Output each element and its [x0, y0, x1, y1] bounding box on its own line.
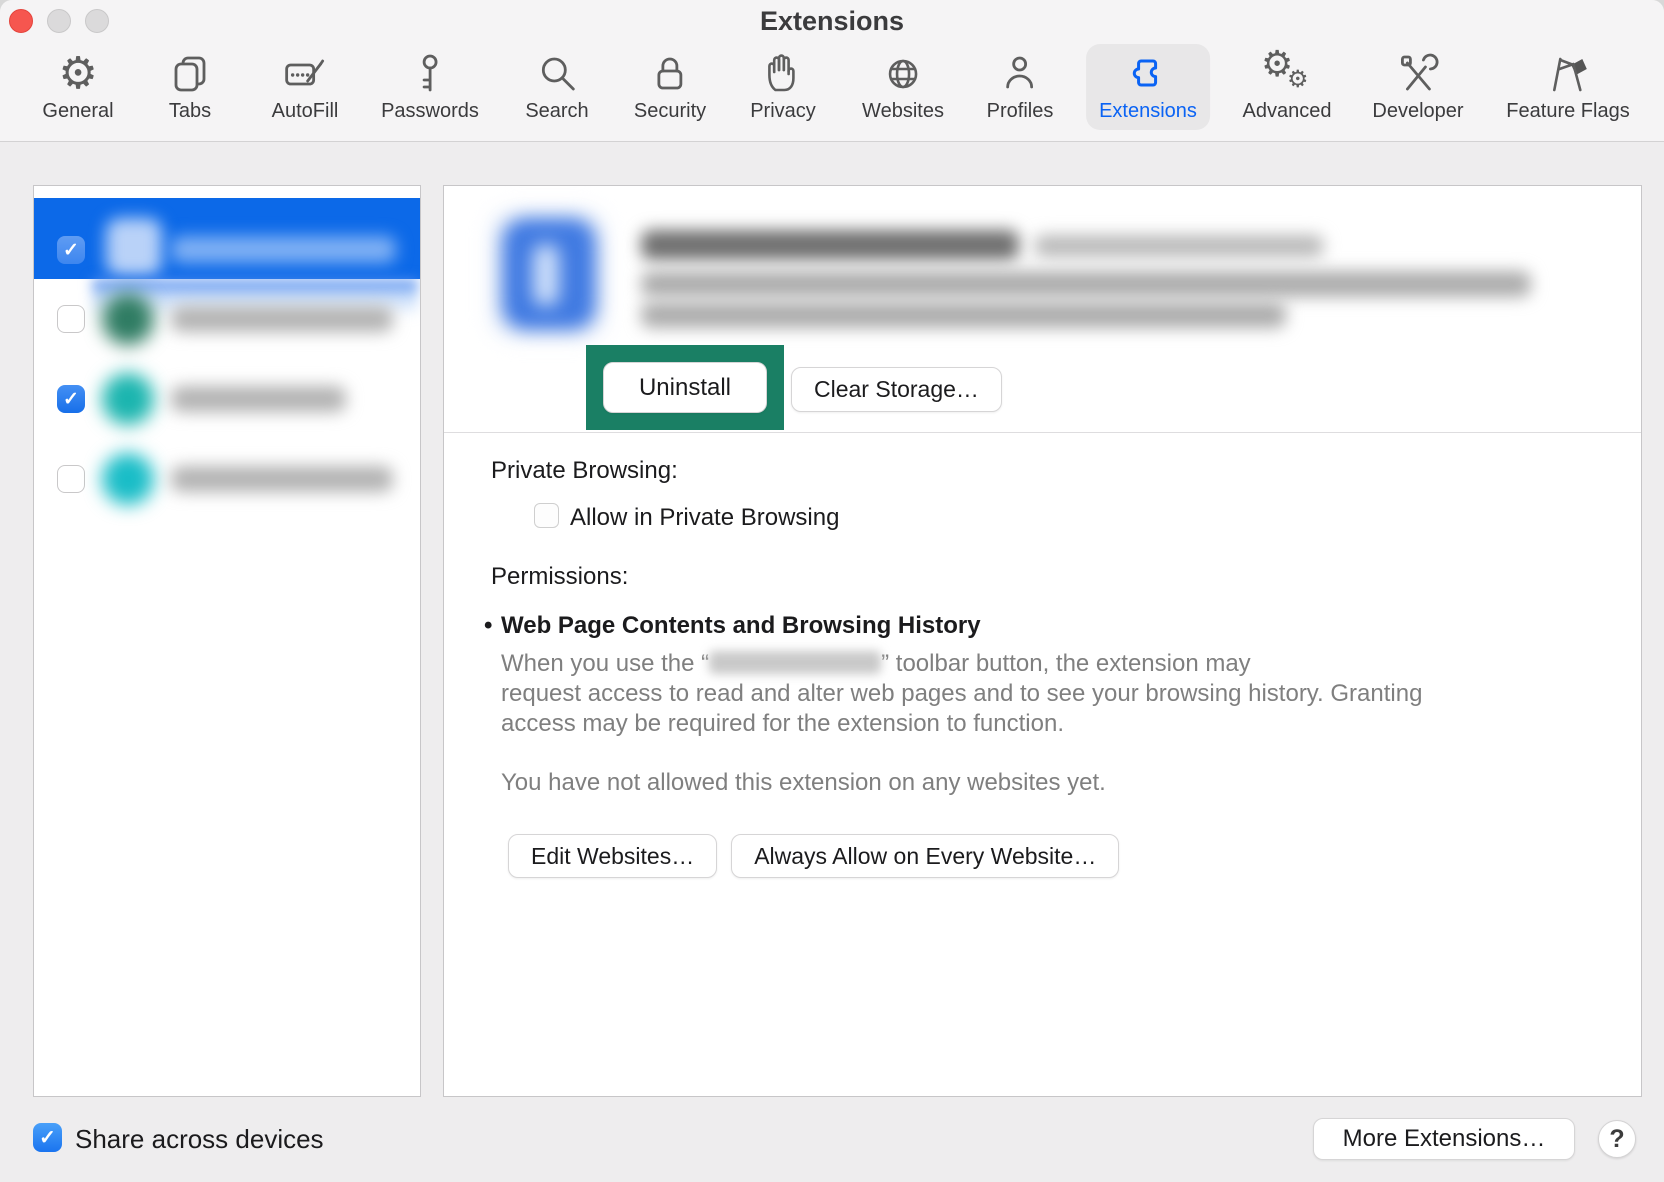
key-icon	[408, 49, 452, 99]
gear-icon: ⚙	[58, 49, 97, 99]
person-icon	[998, 49, 1042, 99]
extension-name-blurred	[171, 236, 396, 263]
extension-row[interactable]	[34, 439, 420, 519]
clear-storage-button[interactable]: Clear Storage…	[791, 367, 1002, 412]
header-divider	[444, 432, 1641, 433]
titlebar-toolbar: Extensions ⚙ General Tabs AutoF	[0, 0, 1664, 142]
hand-icon	[761, 49, 805, 99]
more-extensions-button[interactable]: More Extensions…	[1313, 1118, 1575, 1160]
extension-detail-panel: Uninstall Clear Storage… Private Browsin…	[443, 185, 1642, 1097]
extension-enable-checkbox[interactable]	[57, 385, 85, 413]
allow-private-browsing-checkbox[interactable]	[534, 503, 559, 528]
edit-websites-button[interactable]: Edit Websites…	[508, 834, 717, 878]
tab-label: Passwords	[381, 100, 479, 123]
tab-label: Tabs	[169, 100, 211, 123]
uninstall-highlight-annotation: Uninstall	[586, 345, 784, 430]
tab-security[interactable]: Security	[621, 44, 719, 130]
extension-row[interactable]	[34, 359, 420, 439]
share-across-devices-label: Share across devices	[75, 1124, 324, 1155]
extension-description-blurred	[641, 271, 1531, 297]
tabs-icon	[168, 49, 212, 99]
tab-tabs[interactable]: Tabs	[155, 44, 225, 130]
extension-icon-blurred	[106, 218, 162, 276]
share-across-devices-checkbox[interactable]	[33, 1123, 62, 1152]
extension-icon-blurred	[102, 373, 154, 425]
tab-feature-flags[interactable]: Feature Flags	[1493, 44, 1642, 130]
tab-label: Security	[634, 100, 706, 123]
permission-bullet: •	[484, 612, 492, 640]
extension-enable-checkbox[interactable]	[57, 305, 85, 333]
safari-settings-window: Extensions ⚙ General Tabs AutoF	[0, 0, 1664, 1182]
permissions-label: Permissions:	[491, 563, 628, 591]
websites-status-text: You have not allowed this extension on a…	[501, 769, 1106, 797]
tab-label: Developer	[1372, 100, 1463, 123]
tab-label: Extensions	[1099, 100, 1197, 123]
extension-row[interactable]	[34, 279, 420, 359]
permission-item-title: Web Page Contents and Browsing History	[501, 612, 981, 640]
desc-text: access may be required for the extension…	[501, 709, 1581, 739]
flags-icon	[1544, 49, 1592, 99]
extension-subtitle-blurred	[1034, 235, 1324, 257]
extension-name-blurred	[171, 386, 346, 412]
tab-extensions[interactable]: Extensions	[1086, 44, 1210, 130]
extension-enable-checkbox[interactable]	[57, 236, 85, 264]
tab-label: AutoFill	[272, 100, 339, 123]
desc-text: When you use the “	[501, 650, 709, 677]
extension-enable-checkbox[interactable]	[57, 465, 85, 493]
tab-general[interactable]: ⚙ General	[29, 44, 126, 130]
extension-name-blurred	[171, 306, 393, 332]
extension-icon-blurred	[102, 293, 154, 345]
gears-icon: ⚙⚙	[1261, 49, 1313, 99]
tab-passwords[interactable]: Passwords	[368, 44, 492, 130]
uninstall-button[interactable]: Uninstall	[603, 362, 767, 413]
tab-label: Privacy	[750, 100, 816, 123]
tab-autofill[interactable]: AutoFill	[259, 44, 352, 130]
extension-name-inline-blurred	[709, 651, 881, 674]
desc-text: request access to read and alter web pag…	[501, 679, 1581, 709]
question-mark-icon: ?	[1609, 1125, 1624, 1154]
tab-search[interactable]: Search	[512, 44, 601, 130]
tab-websites[interactable]: Websites	[849, 44, 957, 130]
extension-icon-blurred	[102, 453, 154, 505]
website-actions-row: Edit Websites… Always Allow on Every Web…	[508, 834, 1119, 878]
private-browsing-label: Private Browsing:	[491, 457, 678, 485]
extension-row-selected[interactable]	[34, 198, 420, 279]
tab-profiles[interactable]: Profiles	[974, 44, 1067, 130]
lock-icon	[648, 49, 692, 99]
extensions-list	[33, 185, 421, 1097]
window-title: Extensions	[0, 6, 1664, 37]
always-allow-button[interactable]: Always Allow on Every Website…	[731, 834, 1119, 878]
permission-description: When you use the “ ” toolbar button, the …	[501, 649, 1581, 739]
tab-developer[interactable]: Developer	[1359, 44, 1476, 130]
tab-label: Profiles	[987, 100, 1054, 123]
tab-privacy[interactable]: Privacy	[737, 44, 829, 130]
desc-text: ” toolbar button, the extension may	[881, 650, 1251, 677]
autofill-icon	[283, 49, 327, 99]
tab-label: Advanced	[1243, 100, 1332, 123]
tab-label: Search	[525, 100, 588, 123]
tab-label: Feature Flags	[1506, 100, 1629, 123]
help-button[interactable]: ?	[1598, 1120, 1636, 1158]
puzzle-icon	[1126, 49, 1170, 99]
tab-label: General	[42, 100, 113, 123]
tab-advanced[interactable]: ⚙⚙ Advanced	[1230, 44, 1345, 130]
search-icon	[535, 49, 579, 99]
extension-description-blurred	[641, 302, 1286, 328]
allow-private-browsing-label: Allow in Private Browsing	[570, 504, 839, 532]
extension-name-blurred	[171, 466, 393, 492]
extension-title-blurred	[641, 230, 1019, 260]
tab-label: Websites	[862, 100, 944, 123]
extension-icon-glyph-blurred	[533, 244, 559, 306]
developer-tools-icon	[1396, 49, 1440, 99]
globe-icon	[881, 49, 925, 99]
